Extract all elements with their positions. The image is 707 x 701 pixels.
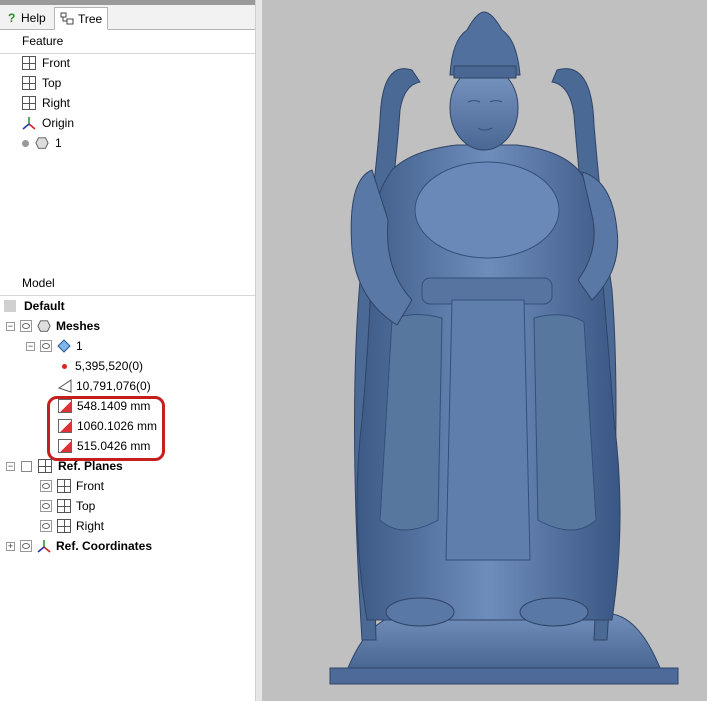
ref-plane-label: Top: [76, 499, 96, 513]
feature-item-mesh[interactable]: 1: [22, 133, 62, 153]
mesh-1-row[interactable]: − 1: [26, 336, 83, 356]
face-count-row: 10,791,076(0): [58, 376, 151, 396]
face-triangle-icon: [58, 379, 72, 393]
ref-plane-label: Right: [76, 519, 105, 533]
ref-coordinates-row[interactable]: + Ref. Coordinates: [6, 536, 152, 556]
visibility-eye-icon[interactable]: [20, 320, 32, 332]
ref-planes-label: Ref. Planes: [58, 459, 123, 473]
feature-item-label: Right: [42, 96, 71, 110]
tab-tree[interactable]: Tree: [54, 7, 109, 30]
default-label: Default: [24, 299, 65, 313]
feature-section-title: Feature: [22, 34, 64, 48]
origin-axes-icon: [37, 540, 51, 553]
feature-item-top[interactable]: Top: [22, 73, 61, 93]
default-square-icon: [4, 300, 16, 312]
collapse-icon[interactable]: −: [26, 341, 35, 351]
mesh-diamond-icon: [57, 339, 71, 353]
visibility-eye-icon[interactable]: [40, 480, 52, 492]
ref-coordinates-label: Ref. Coordinates: [56, 539, 153, 553]
ref-plane-right[interactable]: Right: [40, 516, 104, 536]
vertex-count: 5,395,520(0): [75, 359, 144, 373]
vertex-icon: [62, 363, 67, 369]
expand-icon[interactable]: +: [6, 541, 15, 551]
visibility-eye-icon[interactable]: [40, 500, 52, 512]
ref-planes-checkbox[interactable]: [21, 460, 32, 472]
tab-help[interactable]: ? Help: [2, 7, 51, 28]
feature-item-right[interactable]: Right: [22, 93, 70, 113]
mesh-1-label: 1: [76, 339, 83, 353]
tree-icon: [60, 12, 74, 24]
plane-icon: [57, 479, 71, 493]
svg-text:?: ?: [8, 11, 15, 25]
plane-icon: [22, 96, 36, 110]
tab-tree-label: Tree: [78, 11, 103, 26]
feature-item-origin[interactable]: Origin: [22, 113, 74, 133]
feature-item-label: Top: [42, 76, 62, 90]
meshes-row[interactable]: − Meshes: [6, 316, 100, 336]
plane-icon: [22, 76, 36, 90]
statue-mesh-model: [329, 11, 679, 685]
status-dot-icon: [22, 139, 29, 147]
3d-viewport[interactable]: [262, 0, 707, 701]
visibility-eye-icon[interactable]: [40, 340, 52, 352]
face-count: 10,791,076(0): [76, 379, 151, 393]
feature-item-label: 1: [55, 136, 62, 150]
dimensions-highlight-annotation: [47, 396, 165, 461]
feature-item-label: Front: [42, 56, 71, 70]
ref-planes-row[interactable]: − Ref. Planes: [6, 456, 123, 476]
tab-bar: ? Help Tree: [0, 5, 256, 30]
collapse-icon[interactable]: −: [6, 461, 15, 471]
plane-icon: [57, 519, 71, 533]
help-icon: ?: [8, 11, 15, 25]
collapse-icon[interactable]: −: [6, 321, 15, 331]
ref-plane-top[interactable]: Top: [40, 496, 95, 516]
meshes-label: Meshes: [56, 319, 101, 333]
feature-item-front[interactable]: Front: [22, 53, 70, 73]
mesh-icon: [35, 137, 49, 149]
visibility-eye-icon[interactable]: [20, 540, 32, 552]
origin-axes-icon: [22, 117, 36, 130]
plane-icon: [57, 499, 71, 513]
default-row[interactable]: Default: [4, 296, 65, 316]
tree-panel: ? Help Tree Feature Front Top Right Orig…: [0, 0, 258, 701]
model-section-title: Model: [22, 276, 55, 290]
mesh-icon: [37, 320, 51, 332]
ref-plane-label: Front: [76, 479, 105, 493]
feature-item-label: Origin: [42, 116, 75, 130]
plane-icon: [38, 459, 52, 473]
vertex-count-row: 5,395,520(0): [62, 356, 143, 376]
tab-help-label: Help: [21, 10, 46, 25]
ref-plane-front[interactable]: Front: [40, 476, 104, 496]
visibility-eye-icon[interactable]: [40, 520, 52, 532]
plane-icon: [22, 56, 36, 70]
